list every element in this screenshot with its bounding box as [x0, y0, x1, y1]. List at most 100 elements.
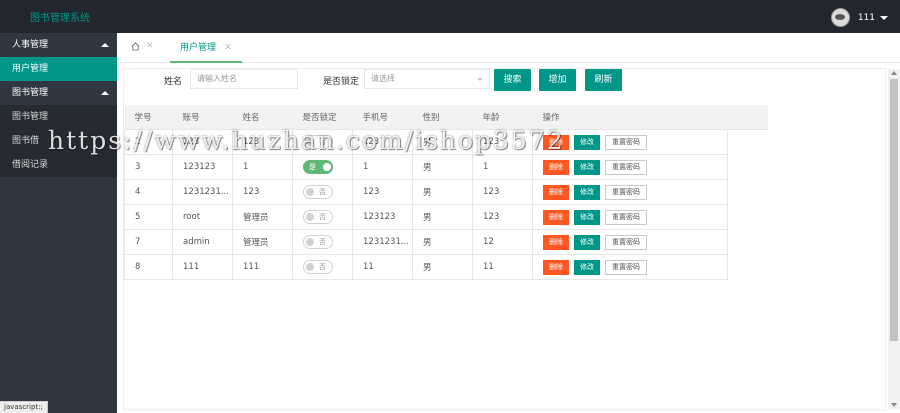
edit-button[interactable]: 修改 — [574, 259, 600, 275]
chevron-down-icon[interactable] — [880, 15, 888, 20]
col-header-age[interactable]: 年龄 — [472, 105, 533, 130]
sidebar-item-book-management[interactable]: 图书管理 — [0, 105, 117, 129]
cell-id: 3 — [124, 154, 173, 180]
reset-password-button[interactable]: 重置密码 — [605, 184, 647, 200]
search-button[interactable]: 搜索 — [494, 69, 531, 91]
cell-actions: 删除 修改 重置密码 — [532, 179, 728, 205]
cell-age: 123 — [472, 129, 533, 155]
reset-password-button[interactable]: 重置密码 — [605, 159, 647, 175]
name-search-input[interactable]: 请输入姓名 — [190, 69, 298, 89]
status-bar-url: javascript:; — [0, 401, 48, 413]
header-filler — [727, 105, 768, 130]
delete-button[interactable]: 删除 — [543, 259, 569, 275]
edit-button[interactable]: 修改 — [574, 234, 600, 250]
cell-actions: 删除 修改 重置密码 — [532, 204, 728, 230]
vertical-scrollbar[interactable] — [888, 69, 900, 409]
locked-toggle[interactable]: 否 — [303, 235, 333, 249]
edit-button[interactable]: 修改 — [574, 134, 600, 150]
col-header-gender[interactable]: 性别 — [412, 105, 473, 130]
table-row: 5 root 管理员否 123123 男 123 删除 修改 重置密码 — [124, 204, 768, 230]
cell-gender: 男 — [412, 254, 473, 280]
cell-actions: 删除 修改 重置密码 — [532, 129, 728, 155]
toggle-knob — [323, 163, 331, 171]
locked-toggle[interactable]: 否 — [303, 260, 333, 274]
sidebar-item-book-borrow[interactable]: 图书借 — [0, 129, 117, 153]
cell-actions: 删除 修改 重置密码 — [532, 254, 728, 280]
app-title: 图书管理系统 — [30, 13, 90, 24]
toggle-text: 是 — [309, 163, 316, 171]
delete-button[interactable]: 删除 — [543, 159, 569, 175]
tab-user-management[interactable]: 用户管理 ✕ — [170, 33, 242, 63]
locked-toggle[interactable]: 否 — [303, 135, 333, 149]
add-button[interactable]: 增加 — [539, 69, 576, 91]
sidebar-group-personnel[interactable]: 人事管理 — [0, 33, 117, 57]
cell-id: 5 — [124, 204, 173, 230]
sidebar-item-borrow-records[interactable]: 借阅记录 — [0, 153, 117, 177]
cell-locked: 否 — [292, 129, 353, 155]
scroll-thumb[interactable] — [890, 79, 898, 341]
avatar[interactable] — [830, 8, 850, 27]
cell-name: 123 — [232, 179, 293, 205]
col-header-locked[interactable]: 是否锁定 — [292, 105, 353, 130]
cell-account: 123 — [172, 129, 233, 155]
locked-toggle[interactable]: 是 — [303, 160, 333, 174]
user-name[interactable]: 111 — [858, 13, 875, 23]
select-placeholder: 请选择 — [371, 74, 395, 83]
sidebar-item-user-management[interactable]: 用户管理 — [0, 57, 117, 81]
cell-locked: 否 — [292, 179, 353, 205]
cell-id: 8 — [124, 254, 173, 280]
cell-account: admin — [172, 229, 233, 255]
locked-toggle[interactable]: 否 — [303, 210, 333, 224]
toggle-text: 否 — [319, 138, 326, 146]
scroll-up-icon[interactable] — [891, 71, 897, 75]
cell-phone: 123123 — [352, 204, 413, 230]
col-header-account[interactable]: 账号 — [172, 105, 233, 130]
cell-locked: 否 — [292, 254, 353, 280]
scroll-down-icon[interactable] — [891, 403, 897, 407]
user-menu[interactable]: 111 — [830, 8, 888, 27]
delete-button[interactable]: 删除 — [543, 184, 569, 200]
delete-button[interactable]: 删除 — [543, 134, 569, 150]
cell-name: 管理员 — [232, 204, 293, 230]
col-header-phone[interactable]: 手机号 — [352, 105, 413, 130]
cell-actions: 删除 修改 重置密码 — [532, 229, 728, 255]
delete-button[interactable]: 删除 — [543, 234, 569, 250]
cell-id: 7 — [124, 229, 173, 255]
edit-button[interactable]: 修改 — [574, 184, 600, 200]
reset-password-button[interactable]: 重置密码 — [605, 259, 647, 275]
tab-home[interactable]: ✕ — [131, 41, 154, 51]
refresh-button[interactable]: 刷新 — [585, 69, 622, 91]
name-label: 姓名 — [164, 77, 183, 87]
content-area: 姓名 请输入姓名 是否锁定 请选择 搜索 增加 刷新 学号 账号 姓名 是否锁定… — [123, 68, 886, 410]
cell-id: 4 — [124, 179, 173, 205]
sidebar-group-label: 图书管理 — [12, 88, 49, 98]
col-header-name[interactable]: 姓名 — [232, 105, 293, 130]
toggle-knob — [306, 188, 314, 196]
toggle-text: 否 — [319, 188, 326, 196]
reset-password-button[interactable]: 重置密码 — [605, 134, 647, 150]
reset-password-button[interactable]: 重置密码 — [605, 234, 647, 250]
close-icon[interactable]: ✕ — [146, 41, 154, 51]
toggle-knob — [306, 238, 314, 246]
edit-button[interactable]: 修改 — [574, 209, 600, 225]
table-row: 8 111 111 否 11 男 11 删除 修改 重置密码 — [124, 254, 768, 280]
toggle-knob — [306, 213, 314, 221]
locked-toggle[interactable]: 否 — [303, 185, 333, 199]
edit-button[interactable]: 修改 — [574, 159, 600, 175]
reset-password-button[interactable]: 重置密码 — [605, 209, 647, 225]
delete-button[interactable]: 删除 — [543, 209, 569, 225]
main-panel: ✕ 用户管理 ✕ 姓名 请输入姓名 是否锁定 请选择 搜索 增加 刷新 学号 账… — [117, 33, 900, 413]
cell-phone: 123 — [352, 179, 413, 205]
cell-phone: 1 — [352, 154, 413, 180]
cell-age: 12 — [472, 229, 533, 255]
locked-label: 是否锁定 — [323, 77, 360, 87]
top-header: 图书管理系统 111 — [0, 0, 900, 33]
toggle-knob — [306, 138, 314, 146]
chevron-up-icon — [101, 43, 109, 47]
sidebar-group-books[interactable]: 图书管理 — [0, 81, 117, 105]
cell-phone: 1231231... — [352, 229, 413, 255]
close-icon[interactable]: ✕ — [224, 33, 232, 61]
col-header-id[interactable]: 学号 — [124, 105, 173, 130]
home-icon[interactable] — [131, 41, 140, 51]
locked-select[interactable]: 请选择 — [364, 69, 490, 89]
